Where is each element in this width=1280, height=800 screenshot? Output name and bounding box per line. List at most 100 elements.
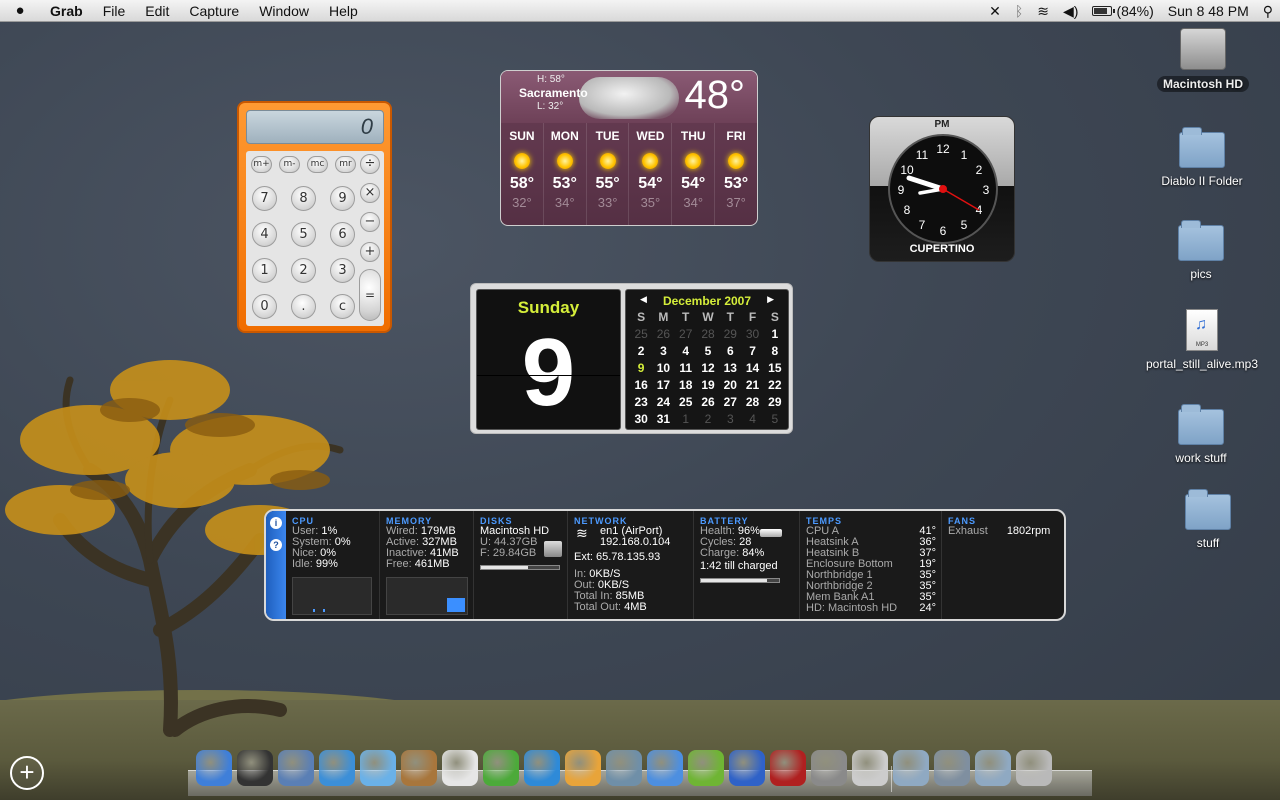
calc-multiply-button[interactable]: × bbox=[360, 183, 380, 203]
safari-icon[interactable] bbox=[319, 750, 355, 786]
calc-0-button[interactable]: 0 bbox=[252, 294, 277, 319]
calc-decimal-button[interactable]: . bbox=[291, 294, 316, 319]
wifi-icon[interactable]: ≋ bbox=[1030, 0, 1056, 22]
calc-divide-button[interactable]: ÷ bbox=[360, 154, 380, 174]
desktop-icon-stuff[interactable]: stuff bbox=[1138, 489, 1278, 550]
calendar-day-cell[interactable]: 20 bbox=[719, 377, 741, 394]
calendar-day-cell[interactable]: 25 bbox=[630, 326, 652, 343]
calendar-day-cell[interactable]: 1 bbox=[764, 326, 786, 343]
calc-8-button[interactable]: 8 bbox=[291, 186, 316, 211]
calendar-day-cell[interactable]: 15 bbox=[764, 360, 786, 377]
menu-edit[interactable]: Edit bbox=[135, 0, 179, 22]
desktop-icon-work-stuff[interactable]: work stuff bbox=[1131, 404, 1271, 465]
calendar-widget[interactable]: Sunday 9 ◀ December 2007 ▶ S M T W T F S 25 26 27… bbox=[470, 283, 793, 434]
calendar-day-cell[interactable]: 29 bbox=[719, 326, 741, 343]
desktop-icon-portal-mp3[interactable]: ♫ MP3 portal_still_alive.mp3 bbox=[1132, 309, 1272, 371]
calc-plus-button[interactable]: + bbox=[360, 242, 380, 262]
frog-icon[interactable] bbox=[729, 750, 765, 786]
downloads-stack-icon[interactable] bbox=[893, 750, 929, 786]
calendar-day-cell[interactable]: 29 bbox=[764, 394, 786, 411]
desktop-icon-diablo-ii-folder[interactable]: Diablo II Folder bbox=[1132, 127, 1272, 188]
desktop-icon-pics[interactable]: pics bbox=[1131, 220, 1271, 281]
menu-help[interactable]: Help bbox=[319, 0, 368, 22]
calendar-day-cell[interactable]: 28 bbox=[697, 326, 719, 343]
istat-help-button[interactable]: ? bbox=[270, 539, 282, 551]
limewire-icon[interactable] bbox=[688, 750, 724, 786]
photo-booth-icon[interactable] bbox=[770, 750, 806, 786]
calc-3-button[interactable]: 3 bbox=[330, 258, 355, 283]
calc-mc-button[interactable]: mc bbox=[307, 156, 328, 173]
calc-5-button[interactable]: 5 bbox=[291, 222, 316, 247]
spaces-icon[interactable]: ✕ bbox=[982, 0, 1008, 22]
iphoto-icon[interactable] bbox=[606, 750, 642, 786]
calendar-day-cell[interactable]: 31 bbox=[652, 411, 674, 428]
calendar-day-cell[interactable]: 3 bbox=[719, 411, 741, 428]
calendar-day-cell[interactable]: 21 bbox=[741, 377, 763, 394]
calendar-day-cell[interactable]: 2 bbox=[630, 343, 652, 360]
calc-4-button[interactable]: 4 bbox=[252, 222, 277, 247]
calc-mminus-button[interactable]: m- bbox=[279, 156, 300, 173]
calendar-day-cell[interactable]: 26 bbox=[652, 326, 674, 343]
calendar-day-cell[interactable]: 2 bbox=[697, 411, 719, 428]
menu-file[interactable]: File bbox=[93, 0, 136, 22]
calc-9-button[interactable]: 9 bbox=[330, 186, 355, 211]
calendar-day-cell[interactable]: 7 bbox=[741, 343, 763, 360]
bluetooth-icon[interactable]: ᛒ bbox=[1008, 0, 1030, 22]
calendar-day-cell[interactable]: 26 bbox=[697, 394, 719, 411]
script-editor-icon[interactable] bbox=[852, 750, 888, 786]
calendar-day-cell[interactable]: 22 bbox=[764, 377, 786, 394]
calendar-day-cell[interactable]: 1 bbox=[675, 411, 697, 428]
calc-minus-button[interactable]: − bbox=[360, 212, 380, 232]
calc-mr-button[interactable]: mr bbox=[335, 156, 356, 173]
calendar-day-cell[interactable]: 10 bbox=[652, 360, 674, 377]
app-green-icon[interactable] bbox=[483, 750, 519, 786]
menu-window[interactable]: Window bbox=[249, 0, 319, 22]
adium-icon[interactable] bbox=[565, 750, 601, 786]
trash-icon[interactable] bbox=[1016, 750, 1052, 786]
battery-status[interactable]: (84%) bbox=[1085, 0, 1160, 22]
calendar-day-cell[interactable]: 30 bbox=[630, 411, 652, 428]
dashboard-icon[interactable] bbox=[237, 750, 273, 786]
menubar-clock[interactable]: Sun 8 48 PM bbox=[1161, 0, 1256, 22]
calendar-day-cell[interactable]: 19 bbox=[697, 377, 719, 394]
calendar-day-cell[interactable]: 18 bbox=[675, 377, 697, 394]
ical-icon[interactable] bbox=[442, 750, 478, 786]
calendar-day-cell[interactable]: 17 bbox=[652, 377, 674, 394]
add-widget-button[interactable]: + bbox=[10, 756, 44, 790]
address-book-icon[interactable] bbox=[401, 750, 437, 786]
apple-menu-icon[interactable]: ● bbox=[0, 2, 40, 19]
weather-widget[interactable]: H: 58° Sacramento L: 32° 48° SUN 58° 32° M… bbox=[500, 70, 758, 226]
ichat-icon[interactable] bbox=[647, 750, 683, 786]
calendar-day-cell[interactable]: 11 bbox=[675, 360, 697, 377]
calendar-day-cell[interactable]: 13 bbox=[719, 360, 741, 377]
menu-capture[interactable]: Capture bbox=[179, 0, 249, 22]
calendar-day-cell[interactable]: 27 bbox=[675, 326, 697, 343]
documents-stack-icon[interactable] bbox=[934, 750, 970, 786]
calc-equals-button[interactable]: = bbox=[359, 269, 381, 321]
calendar-day-cell[interactable]: 27 bbox=[719, 394, 741, 411]
volume-icon[interactable]: ◀) bbox=[1056, 0, 1085, 22]
calendar-day-cell[interactable]: 23 bbox=[630, 394, 652, 411]
app-blue-w-icon[interactable] bbox=[524, 750, 560, 786]
calendar-day-cell[interactable]: 4 bbox=[741, 411, 763, 428]
spotlight-search-icon[interactable]: ⚲ bbox=[1256, 0, 1280, 22]
itunes-icon[interactable] bbox=[360, 750, 396, 786]
calendar-day-cell[interactable]: 5 bbox=[697, 343, 719, 360]
calc-7-button[interactable]: 7 bbox=[252, 186, 277, 211]
calendar-day-cell[interactable]: 30 bbox=[741, 326, 763, 343]
finder-icon[interactable] bbox=[196, 750, 232, 786]
calendar-day-cell[interactable]: 6 bbox=[719, 343, 741, 360]
calendar-day-cell[interactable]: 3 bbox=[652, 343, 674, 360]
calc-6-button[interactable]: 6 bbox=[330, 222, 355, 247]
calendar-next-month-button[interactable]: ▶ bbox=[767, 294, 774, 305]
calc-1-button[interactable]: 1 bbox=[252, 258, 277, 283]
calendar-day-cell[interactable]: 16 bbox=[630, 377, 652, 394]
calc-2-button[interactable]: 2 bbox=[291, 258, 316, 283]
calendar-day-cell[interactable]: 24 bbox=[652, 394, 674, 411]
menu-app-name[interactable]: Grab bbox=[40, 0, 93, 22]
folder-stack-icon[interactable] bbox=[975, 750, 1011, 786]
calendar-day-today[interactable]: 9 bbox=[630, 360, 652, 377]
mail-stamp-icon[interactable] bbox=[278, 750, 314, 786]
calendar-day-cell[interactable]: 4 bbox=[675, 343, 697, 360]
calendar-day-cell[interactable]: 14 bbox=[741, 360, 763, 377]
